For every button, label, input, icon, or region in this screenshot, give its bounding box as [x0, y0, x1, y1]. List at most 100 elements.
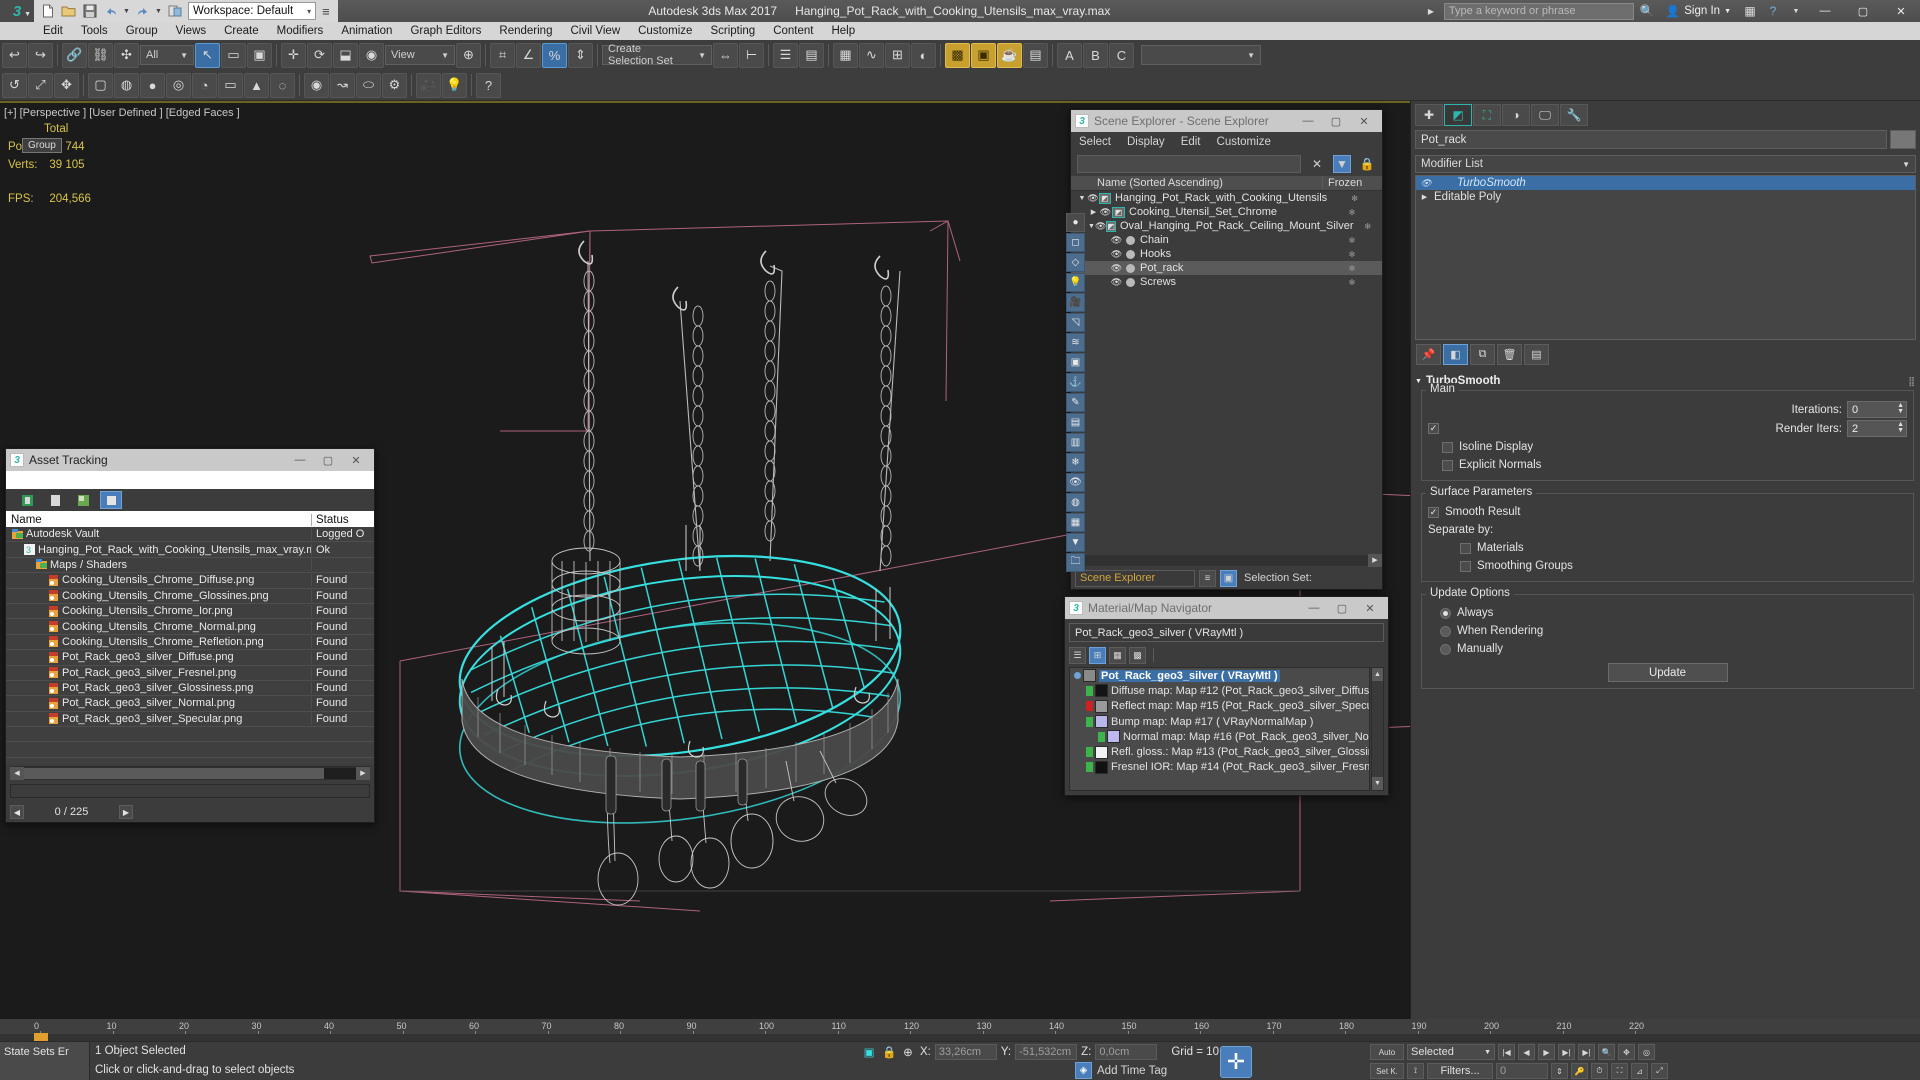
time-slider-handle[interactable]	[34, 1033, 48, 1041]
material-map-navigator-window[interactable]: 3 Material/Map Navigator — ▢ ✕ Pot_Rack_…	[1064, 596, 1389, 796]
pivot-center-icon[interactable]: ⊕	[456, 42, 481, 68]
frozen-toggle-icon[interactable]: ✻	[1327, 194, 1382, 203]
text-b-icon[interactable]: B	[1083, 42, 1108, 68]
eye-icon[interactable]: 👁	[1110, 263, 1123, 274]
sphere-primitive-icon[interactable]: ●	[140, 72, 165, 98]
modifier-stack[interactable]: 👁 TurboSmooth ▶ Editable Poly	[1415, 175, 1916, 340]
se-menu-customize[interactable]: Customize	[1217, 136, 1271, 148]
menu-animation[interactable]: Animation	[332, 22, 401, 40]
flow-icon[interactable]: ↝	[330, 72, 355, 98]
scene-explorer-row[interactable]: 👁 Chain ✻	[1071, 233, 1382, 247]
camera-icon[interactable]: 🎥	[416, 72, 441, 98]
smoothing-groups-row[interactable]: Smoothing Groups	[1428, 557, 1907, 575]
material-map-row[interactable]: Refl. gloss.: Map #13 (Pot_Rack_geo3_sil…	[1070, 744, 1369, 759]
spinner-snap-icon[interactable]: ⇕	[568, 42, 593, 68]
chevron-down-icon[interactable]: ▼	[1077, 195, 1087, 202]
maximize-button[interactable]: ▢	[1322, 110, 1350, 132]
se-menu-edit[interactable]: Edit	[1181, 136, 1201, 148]
minimize-button[interactable]: —	[286, 449, 314, 471]
lock-icon[interactable]: 🔒	[1358, 155, 1376, 173]
timeline-track-bar[interactable]: 0 10 20 30 40 50 60 70 80 90 100 110 120 130 140 150 160…	[0, 1019, 1920, 1041]
material-map-row[interactable]: Fresnel IOR: Map #14 (Pot_Rack_geo3_silv…	[1070, 760, 1369, 775]
menu-customize[interactable]: Customize	[629, 22, 701, 40]
undo-icon[interactable]: ↩	[2, 42, 27, 68]
undo-icon[interactable]	[101, 2, 120, 21]
asset-tracking-row[interactable]: Pot_Rack_geo3_silver_Glossiness.png Found	[6, 681, 374, 697]
minimize-button[interactable]: —	[1806, 0, 1844, 22]
chevron-right-icon[interactable]: ▶	[1088, 208, 1099, 216]
text-c-icon[interactable]: C	[1109, 42, 1134, 68]
filter-funnel-icon[interactable]: ▼	[1333, 155, 1351, 173]
text-a-icon[interactable]: A	[1057, 42, 1082, 68]
selected-filter-icon[interactable]: ▦	[1066, 513, 1085, 532]
toggle-ribbon-icon[interactable]: ▦	[833, 42, 858, 68]
create-tab[interactable]: ✚	[1415, 104, 1443, 126]
render-production-icon[interactable]: ☕	[997, 42, 1022, 68]
spacewarps-filter-icon[interactable]: ≋	[1066, 333, 1085, 352]
absolute-relative-mode-icon[interactable]: ⊕	[900, 1045, 916, 1059]
asset-tracking-row[interactable]: Cooking_Utensils_Chrome_Refletion.png Fou…	[6, 635, 374, 651]
select-move-icon[interactable]: ✛	[281, 42, 306, 68]
close-button[interactable]: ✕	[1356, 597, 1384, 619]
zoom-region-icon[interactable]: 🔍	[1598, 1044, 1615, 1060]
column-status[interactable]: Status	[312, 514, 374, 526]
modifier-stack-row[interactable]: ▶ Editable Poly	[1416, 190, 1915, 204]
eye-icon[interactable]: 👁	[1095, 221, 1106, 232]
select-window-crossing-icon[interactable]: ▣	[247, 42, 272, 68]
update-button[interactable]: Update	[1607, 663, 1728, 682]
motion-tab[interactable]: ◑	[1502, 104, 1530, 126]
scroll-right-icon[interactable]: ▶	[356, 766, 370, 780]
isoline-display-row[interactable]: Isoline Display	[1428, 438, 1907, 456]
maximize-button[interactable]: ▢	[1844, 0, 1882, 22]
menu-help[interactable]: Help	[822, 22, 864, 40]
layers-icon[interactable]: ≡	[1199, 569, 1216, 587]
eye-icon[interactable]: 👁	[1099, 207, 1112, 218]
field-of-view-icon[interactable]: ⊿	[1631, 1063, 1648, 1079]
menu-modifiers[interactable]: Modifiers	[268, 22, 333, 40]
x-coordinate-field[interactable]: 33,26cm	[934, 1044, 997, 1060]
maximize-button[interactable]: ▢	[1328, 597, 1356, 619]
asset-tracking-row[interactable]	[6, 742, 374, 758]
asset-tracking-row[interactable]: Maps / Shaders	[6, 558, 374, 574]
menu-tools[interactable]: Tools	[72, 22, 117, 40]
scroll-up-icon[interactable]: ▲	[1372, 668, 1383, 681]
frame-spinner-icon[interactable]: ⇕	[1551, 1063, 1568, 1079]
populate-sim-icon[interactable]: ⚙	[382, 72, 407, 98]
y-coordinate-field[interactable]: -51,532cm	[1015, 1044, 1078, 1060]
eye-icon[interactable]: 👁	[1110, 235, 1123, 246]
undo-dropdown-icon[interactable]: ▼	[122, 2, 131, 21]
menu-civil-view[interactable]: Civil View	[561, 22, 629, 40]
isoline-display-checkbox[interactable]	[1442, 441, 1453, 453]
material-editor-icon[interactable]: ◐	[911, 42, 936, 68]
asset-tracking-row[interactable]: Cooking_Utensils_Chrome_Ior.png Found	[6, 604, 374, 620]
material-map-tree[interactable]: Pot_Rack_geo3_silver ( VRayMtl ) Diffuse …	[1069, 667, 1370, 791]
asset-tracking-row[interactable]: Pot_Rack_geo3_silver_Specular.png Found	[6, 712, 374, 728]
render-iters-spinner[interactable]: 2 ▲ ▼	[1847, 420, 1907, 437]
eye-icon[interactable]: 👁	[1087, 193, 1099, 204]
render-iters-checkbox[interactable]: ✓	[1428, 423, 1439, 434]
next-frame-icon[interactable]: ▶|	[1558, 1044, 1575, 1060]
render-setup-icon[interactable]: ▩	[945, 42, 970, 68]
arc-rotate-icon[interactable]: ↺	[2, 72, 27, 98]
se-menu-display[interactable]: Display	[1127, 136, 1165, 148]
align-icon[interactable]: ⊢	[739, 42, 764, 68]
scroll-track[interactable]	[1085, 554, 1368, 566]
hidden-filter-icon[interactable]: 👁	[1066, 473, 1085, 492]
asset-tracking-row[interactable]: Pot_Rack_geo3_silver_Fresnel.png Found	[6, 666, 374, 681]
snaps-toggle-icon[interactable]: ⌗	[490, 42, 515, 68]
eye-icon[interactable]: 👁	[1110, 277, 1123, 288]
add-time-tag-area[interactable]: ◈ Add Time Tag	[1075, 1062, 1167, 1079]
column-frozen[interactable]: Frozen	[1322, 177, 1382, 189]
smooth-result-row[interactable]: ✓ Smooth Result	[1428, 503, 1907, 521]
helpers-filter-icon[interactable]: ◹	[1066, 313, 1085, 332]
named-set-combo[interactable]: ▼	[1141, 45, 1261, 65]
qat-overflow-icon[interactable]: ≡	[318, 4, 334, 19]
scene-explorer-window[interactable]: 3 Scene Explorer - Scene Explorer — ▢ ✕ …	[1070, 109, 1383, 590]
pin-stack-icon[interactable]: 📌	[1416, 344, 1441, 365]
selection-filter-combo[interactable]: All ▼	[140, 45, 194, 65]
populate-icon[interactable]: ◉	[304, 72, 329, 98]
asset-tracking-row[interactable]: 3 Hanging_Pot_Rack_with_Cooking_Utensils_…	[6, 542, 374, 558]
named-selection-set-combo[interactable]: Create Selection Set ▼	[602, 43, 712, 67]
containers-filter-icon[interactable]: ▤	[1066, 413, 1085, 432]
page-prev-icon[interactable]: ◀	[10, 805, 24, 819]
